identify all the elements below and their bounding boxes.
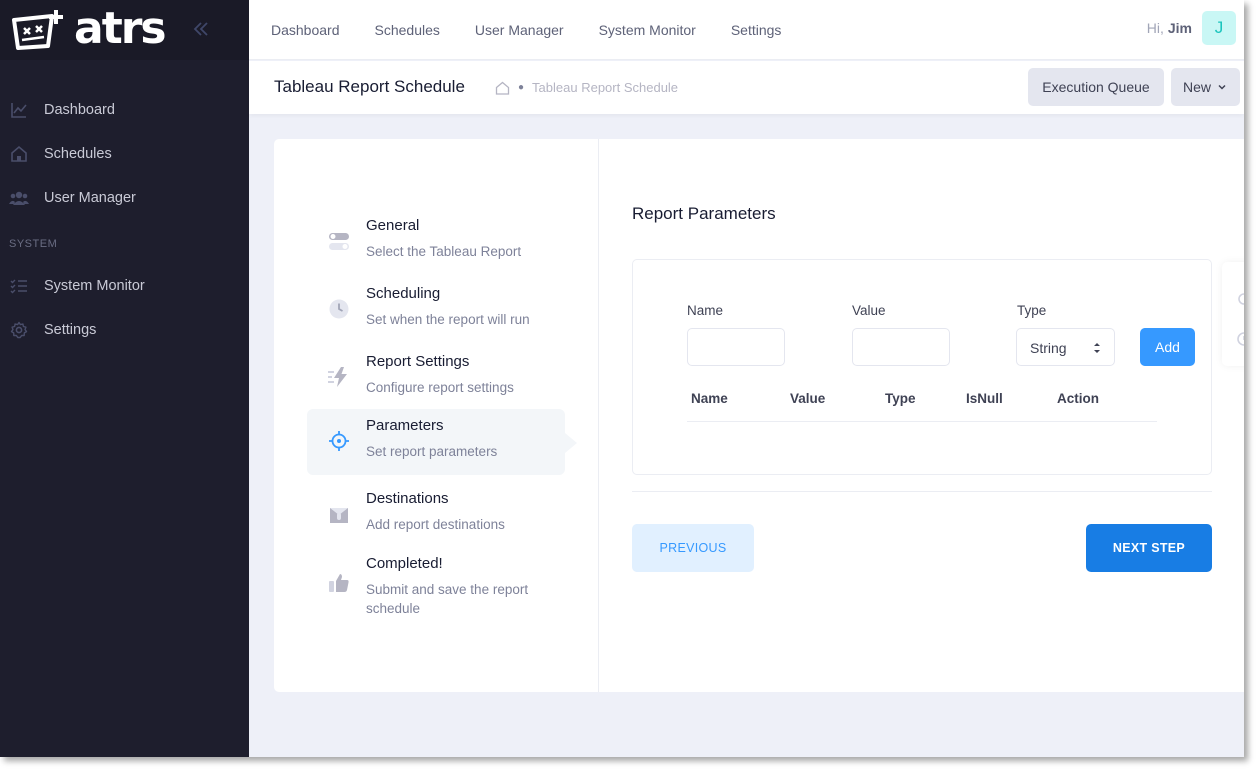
logo-mark-icon — [12, 10, 63, 50]
breadcrumb: ● Tableau Report Schedule — [495, 80, 678, 95]
step-completed[interactable]: Completed! Submit and save the report sc… — [307, 547, 565, 627]
step-description: Add report destinations — [366, 517, 505, 532]
step-title: General — [366, 217, 420, 234]
toggle-icon — [327, 229, 351, 253]
table-header-divider — [687, 421, 1157, 422]
step-title: Parameters — [366, 417, 444, 434]
sidebar-item-label: User Manager — [44, 190, 136, 206]
app-window: atrs Dashboard Schedules User Manager SY… — [0, 0, 1244, 757]
step-general[interactable]: General Select the Tableau Report — [307, 209, 565, 275]
form-divider — [632, 491, 1212, 492]
user-menu[interactable]: Hi, Jim J — [1147, 11, 1236, 45]
sidebar-item-label: Dashboard — [44, 102, 115, 118]
select-value: String — [1030, 340, 1067, 356]
table-header-action[interactable]: Action — [1057, 391, 1099, 406]
table-header-isnull[interactable]: IsNull — [966, 391, 1003, 406]
execution-queue-button[interactable]: Execution Queue — [1028, 68, 1164, 106]
table-header-value[interactable]: Value — [790, 391, 825, 406]
subheader: Tableau Report Schedule ● Tableau Report… — [249, 61, 1244, 114]
step-title: Report Settings — [366, 353, 470, 370]
quick-panel-toolbar — [1222, 262, 1244, 366]
target-icon — [327, 429, 351, 453]
topnav-settings[interactable]: Settings — [731, 22, 782, 38]
parameter-editor: Name Value Type String Add Name Value Ty… — [632, 259, 1212, 475]
lightning-icon — [327, 365, 351, 389]
wizard-card: General Select the Tableau Report Schedu… — [274, 139, 1244, 692]
sidebar-item-schedules[interactable]: Schedules — [0, 132, 249, 176]
avatar[interactable]: J — [1202, 11, 1236, 45]
page-title: Tableau Report Schedule — [274, 77, 465, 96]
gear-icon[interactable] — [1222, 262, 1244, 366]
next-step-button[interactable]: NEXT STEP — [1086, 524, 1212, 572]
mailbox-icon — [327, 502, 351, 526]
param-type-select[interactable]: String — [1016, 328, 1115, 366]
sidebar-item-system-monitor[interactable]: System Monitor — [0, 264, 249, 308]
home-icon[interactable] — [495, 81, 510, 95]
step-destinations[interactable]: Destinations Add report destinations — [307, 482, 565, 548]
name-label: Name — [687, 303, 724, 318]
breadcrumb-separator: ● — [518, 82, 525, 93]
previous-button[interactable]: PREVIOUS — [632, 524, 754, 572]
collapse-sidebar-button[interactable] — [190, 18, 212, 40]
param-value-input[interactable] — [852, 328, 950, 366]
step-description: Submit and save the report schedule — [366, 582, 529, 616]
topnav-system-monitor[interactable]: System Monitor — [599, 22, 696, 38]
step-description: Set when the report will run — [366, 312, 530, 327]
sidebar-item-label: Schedules — [44, 146, 112, 162]
logo[interactable]: atrs — [8, 3, 167, 54]
breadcrumb-item[interactable]: Tableau Report Schedule — [532, 80, 678, 95]
step-title: Scheduling — [366, 285, 441, 302]
section-title: Report Parameters — [632, 204, 776, 223]
table-header-type[interactable]: Type — [885, 391, 916, 406]
clock-icon — [327, 297, 351, 321]
step-description: Select the Tableau Report — [366, 244, 522, 259]
thumbs-up-icon — [327, 571, 351, 595]
wizard-steps: General Select the Tableau Report Schedu… — [274, 139, 599, 692]
chart-line-icon — [9, 100, 29, 120]
sidebar-item-label: Settings — [44, 322, 97, 338]
select-arrows-icon — [1094, 343, 1100, 353]
top-nav: Dashboard Schedules User Manager System … — [271, 0, 816, 60]
sidebar-item-user-manager[interactable]: User Manager — [0, 176, 249, 220]
topnav-user-manager[interactable]: User Manager — [475, 22, 564, 38]
sidebar-menu: Dashboard Schedules User Manager SYSTEM — [0, 60, 249, 352]
value-label: Value — [852, 303, 886, 318]
double-chevron-left-icon — [193, 22, 208, 36]
sidebar-section-label: SYSTEM — [9, 238, 58, 250]
table-header-name[interactable]: Name — [691, 391, 728, 406]
new-dropdown-button[interactable]: New — [1171, 68, 1240, 106]
chevron-down-icon — [1218, 84, 1226, 90]
brand-bar: atrs — [0, 0, 249, 60]
home-icon — [9, 144, 29, 164]
step-title: Completed! — [366, 555, 443, 572]
step-parameters[interactable]: Parameters Set report parameters — [307, 409, 577, 475]
step-report-settings[interactable]: Report Settings Configure report setting… — [307, 345, 565, 411]
list-icon — [9, 276, 29, 296]
step-title: Destinations — [366, 490, 449, 507]
sidebar: atrs Dashboard Schedules User Manager SY… — [0, 0, 249, 757]
user-name: Jim — [1167, 20, 1192, 36]
type-label: Type — [1017, 303, 1047, 318]
step-description: Configure report settings — [366, 380, 514, 395]
top-header: Dashboard Schedules User Manager System … — [249, 0, 1244, 60]
sidebar-item-label: System Monitor — [44, 278, 145, 294]
step-scheduling[interactable]: Scheduling Set when the report will run — [307, 277, 565, 343]
parameters-form: Report Parameters Name Value Type String… — [632, 139, 1212, 692]
param-name-input[interactable] — [687, 328, 785, 366]
users-icon — [9, 188, 29, 208]
add-parameter-button[interactable]: Add — [1140, 328, 1195, 366]
gear-icon — [9, 320, 29, 340]
step-description: Set report parameters — [366, 444, 498, 459]
topnav-dashboard[interactable]: Dashboard — [271, 22, 340, 38]
user-greeting: Hi, — [1146, 20, 1164, 36]
topnav-schedules[interactable]: Schedules — [375, 22, 440, 38]
sidebar-item-settings[interactable]: Settings — [0, 308, 249, 352]
new-button-label: New — [1182, 79, 1211, 95]
sidebar-item-dashboard[interactable]: Dashboard — [0, 88, 249, 132]
logo-text: atrs — [74, 3, 167, 54]
